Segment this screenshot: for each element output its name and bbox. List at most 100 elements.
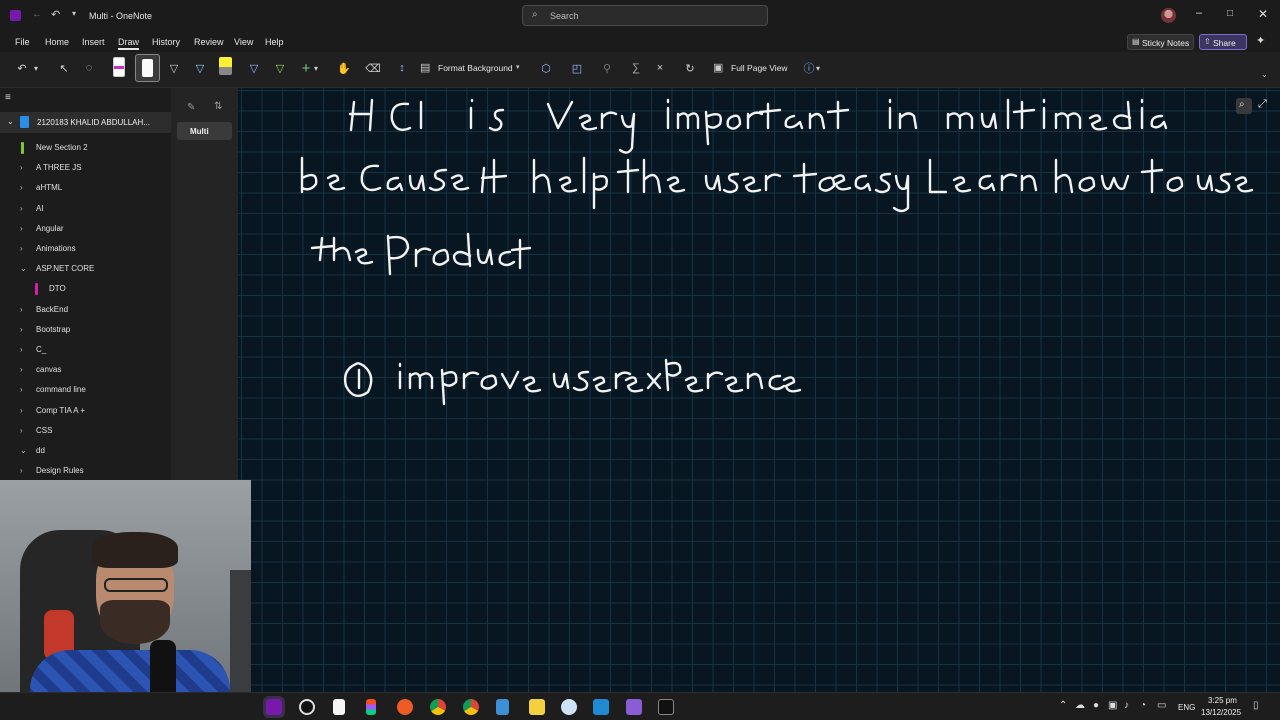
taskbar-visual-studio-icon[interactable]: [626, 699, 642, 715]
taskbar-chrome-icon[interactable]: [430, 699, 446, 715]
pen-black-icon[interactable]: ▽: [164, 58, 184, 78]
chevron-right-icon[interactable]: ›: [20, 426, 23, 435]
full-page-view-button[interactable]: Full Page View: [731, 63, 788, 73]
taskbar-terminal-icon[interactable]: [658, 699, 674, 715]
tray-wifi-icon[interactable]: ◔: [1140, 700, 1146, 711]
undo-tool-icon[interactable]: ↶: [12, 58, 32, 78]
search-box[interactable]: ⌕ Search: [522, 5, 768, 26]
sidebar-item[interactable]: › Bootstrap: [0, 320, 171, 340]
lasso-tool-icon[interactable]: ◌: [79, 58, 99, 78]
add-page-icon[interactable]: ✎: [187, 102, 195, 113]
help-dropdown-icon[interactable]: ▾: [813, 58, 823, 78]
menu-view[interactable]: View: [234, 37, 253, 47]
sidebar-item[interactable]: › C_: [0, 340, 171, 360]
taskbar-figma-icon[interactable]: [366, 699, 376, 715]
format-background-dropdown-icon[interactable]: ▾: [516, 63, 520, 71]
format-background-button[interactable]: Format Background: [438, 63, 513, 73]
shapes-icon[interactable]: ⬡: [536, 58, 556, 78]
menu-file[interactable]: File: [15, 37, 30, 47]
menu-insert[interactable]: Insert: [82, 37, 105, 47]
maximize-icon[interactable]: □: [1227, 8, 1233, 19]
sticky-notes-button[interactable]: ▤ Sticky Notes: [1127, 34, 1194, 50]
menu-help[interactable]: Help: [265, 37, 284, 47]
tray-onedrive-icon[interactable]: ☁: [1075, 700, 1085, 711]
tray-time[interactable]: 3:25 pm: [1208, 696, 1237, 705]
tray-mic-icon[interactable]: ●: [1093, 700, 1099, 711]
menu-review[interactable]: Review: [194, 37, 224, 47]
tray-volume-icon[interactable]: ♪: [1124, 700, 1129, 711]
ink-replay-icon[interactable]: ↻: [680, 58, 700, 78]
note-canvas[interactable]: ⌕ ⤢: [238, 88, 1280, 692]
sidebar-item[interactable]: DTO: [0, 279, 171, 299]
menu-history[interactable]: History: [152, 37, 180, 47]
chevron-right-icon[interactable]: ›: [20, 244, 23, 253]
taskbar-postman-icon[interactable]: [397, 699, 413, 715]
eraser-tool-icon[interactable]: ⌫: [363, 58, 383, 78]
share-button[interactable]: ⇧ Share: [1199, 34, 1247, 50]
expand-chevron-icon[interactable]: ⌄: [7, 117, 14, 126]
chevron-right-icon[interactable]: ›: [20, 345, 23, 354]
taskbar-onenote-icon[interactable]: [266, 699, 282, 715]
sidebar-item[interactable]: ⌄ dd: [0, 441, 171, 461]
avatar[interactable]: [1161, 8, 1176, 23]
chevron-right-icon[interactable]: ›: [20, 385, 23, 394]
taskbar-vscode-icon[interactable]: [593, 699, 609, 715]
chevron-right-icon[interactable]: ›: [20, 325, 23, 334]
ink-to-shape-icon[interactable]: ◰: [567, 58, 587, 78]
chevron-right-icon[interactable]: ›: [20, 163, 23, 172]
notifications-icon[interactable]: ▯: [1253, 700, 1259, 711]
sidebar-item[interactable]: New Section 2: [0, 138, 171, 158]
menu-draw[interactable]: Draw: [118, 37, 139, 47]
sidebar-item[interactable]: › BackEnd: [0, 300, 171, 320]
sidebar-item[interactable]: › Comp TIA A +: [0, 401, 171, 421]
highlighter-yellow-icon[interactable]: [219, 57, 232, 75]
tray-display-icon[interactable]: ▣: [1108, 700, 1117, 711]
sidebar-item[interactable]: ⌄ ASP.NET CORE: [0, 259, 171, 279]
sidebar-item[interactable]: › canvas: [0, 360, 171, 380]
taskbar-chrome-2-icon[interactable]: [463, 699, 479, 715]
taskbar-calculator-icon[interactable]: [496, 699, 509, 715]
sidebar-item[interactable]: › AI: [0, 199, 171, 219]
add-space-icon[interactable]: ↕: [392, 58, 412, 78]
pen-darkblue-icon[interactable]: ▽: [244, 58, 264, 78]
add-pen-dropdown-icon[interactable]: ▾: [311, 58, 321, 78]
chevron-right-icon[interactable]: ›: [20, 365, 23, 374]
minimize-icon[interactable]: –: [1196, 7, 1202, 19]
search-input[interactable]: Search: [550, 11, 579, 21]
chevron-right-icon[interactable]: ›: [20, 183, 23, 192]
sidebar-item[interactable]: › Animations: [0, 239, 171, 259]
chevron-right-icon[interactable]: ›: [20, 224, 23, 233]
tray-chevron-icon[interactable]: ⌃: [1059, 700, 1067, 711]
math-icon[interactable]: ×: [650, 58, 670, 78]
tray-date[interactable]: 13/12/2025: [1201, 708, 1241, 717]
chevron-right-icon[interactable]: ›: [20, 204, 23, 213]
pen-white-selected-icon[interactable]: [135, 54, 160, 82]
ink-strokes[interactable]: [238, 88, 1280, 692]
notebook-row[interactable]: ⌄ 2120183 KHALID ABDULLAH...: [0, 112, 171, 133]
menu-home[interactable]: Home: [45, 37, 69, 47]
chevron-right-icon[interactable]: ›: [20, 406, 23, 415]
back-icon[interactable]: ←: [32, 9, 42, 20]
copilot-icon[interactable]: ✦: [1256, 34, 1265, 47]
collapse-ribbon-icon[interactable]: ⌄: [1261, 70, 1268, 79]
chevron-right-icon[interactable]: ›: [20, 466, 23, 475]
tray-battery-icon[interactable]: ▭: [1157, 700, 1166, 711]
select-tool-icon[interactable]: ↖: [54, 58, 74, 78]
hand-tool-icon[interactable]: ✋: [334, 58, 354, 78]
taskbar-settings-icon[interactable]: [561, 699, 577, 715]
taskbar-sticky-notes-icon[interactable]: [529, 699, 545, 715]
undo-dropdown-icon[interactable]: ▾: [31, 58, 41, 78]
sidebar-item[interactable]: › A THREE JS: [0, 158, 171, 178]
sidebar-item[interactable]: › Angular: [0, 219, 171, 239]
ink-to-math-icon[interactable]: ∑: [626, 58, 646, 78]
sidebar-item[interactable]: › Design Rules: [0, 461, 171, 480]
taskbar-notepad-icon[interactable]: [333, 699, 345, 715]
ink-to-text-icon[interactable]: ⚲: [597, 58, 617, 78]
hamburger-icon[interactable]: ≡: [5, 92, 11, 103]
sort-pages-icon[interactable]: ⇅: [214, 101, 222, 112]
chevron-right-icon[interactable]: ›: [20, 305, 23, 314]
sidebar-item[interactable]: › command line: [0, 380, 171, 400]
pen-magenta-icon[interactable]: [113, 57, 125, 77]
taskbar-obs-icon[interactable]: [299, 699, 315, 715]
sidebar-item[interactable]: › CSS: [0, 421, 171, 441]
